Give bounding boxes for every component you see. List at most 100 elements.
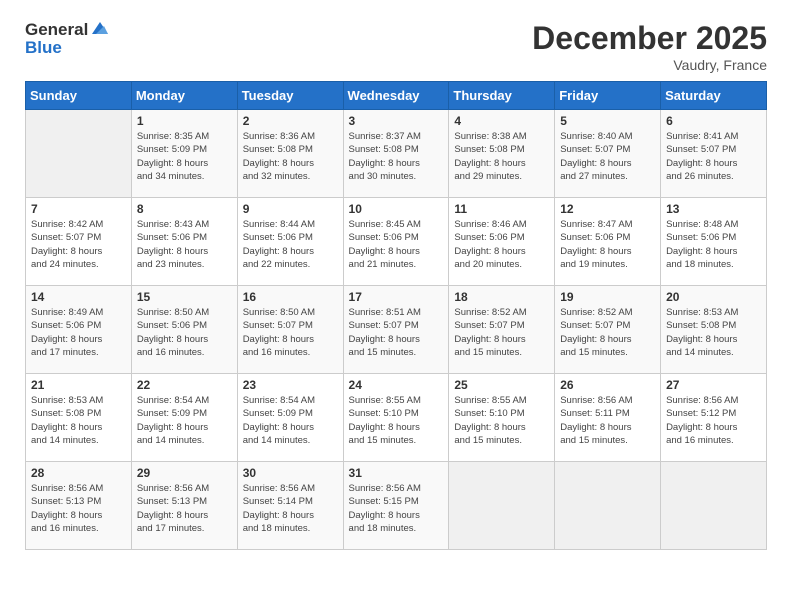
day-number: 26 bbox=[560, 378, 655, 392]
calendar-cell: 31Sunrise: 8:56 AM Sunset: 5:15 PM Dayli… bbox=[343, 462, 449, 550]
day-number: 20 bbox=[666, 290, 761, 304]
day-number: 4 bbox=[454, 114, 549, 128]
day-info: Sunrise: 8:48 AM Sunset: 5:06 PM Dayligh… bbox=[666, 218, 761, 271]
calendar-cell: 21 Sunrise: 8:53 AM Sunset: 5:08 PM Dayli… bbox=[26, 374, 132, 462]
title-block: December 2025 Vaudry, France bbox=[532, 20, 767, 73]
day-number: 30 bbox=[243, 466, 338, 480]
calendar-cell: 16 Sunrise: 8:50 AM Sunset: 5:07 PM Dayli… bbox=[237, 286, 343, 374]
day-number: 1 bbox=[137, 114, 232, 128]
calendar-cell: 6 Sunrise: 8:41 AM Sunset: 5:07 PM Daylig… bbox=[661, 110, 767, 198]
calendar-cell bbox=[555, 462, 661, 550]
calendar-table: Sunday Monday Tuesday Wednesday Thursday… bbox=[25, 81, 767, 550]
header: General Blue December 2025 Vaudry, Franc… bbox=[25, 20, 767, 73]
day-info: Sunrise: 8:56 AM Sunset: 5:14 PM Dayligh… bbox=[243, 482, 338, 535]
day-info: Sunrise: 8:52 AM Sunset: 5:07 PM Dayligh… bbox=[454, 306, 549, 359]
day-info: Sunrise: 8:53 AM Sunset: 5:08 PM Dayligh… bbox=[31, 394, 126, 447]
col-thursday: Thursday bbox=[449, 82, 555, 110]
calendar-cell: 7 Sunrise: 8:42 AM Sunset: 5:07 PM Daylig… bbox=[26, 198, 132, 286]
day-info: Sunrise: 8:52 AM Sunset: 5:07 PM Dayligh… bbox=[560, 306, 655, 359]
calendar-cell bbox=[449, 462, 555, 550]
day-number: 21 bbox=[31, 378, 126, 392]
calendar-cell: 19 Sunrise: 8:52 AM Sunset: 5:07 PM Dayli… bbox=[555, 286, 661, 374]
day-number: 29 bbox=[137, 466, 232, 480]
day-number: 13 bbox=[666, 202, 761, 216]
calendar-cell: 25 Sunrise: 8:55 AM Sunset: 5:10 PM Dayli… bbox=[449, 374, 555, 462]
day-info: Sunrise: 8:51 AM Sunset: 5:07 PM Dayligh… bbox=[349, 306, 444, 359]
logo-icon bbox=[90, 20, 110, 36]
day-number: 16 bbox=[243, 290, 338, 304]
day-number: 27 bbox=[666, 378, 761, 392]
calendar-cell: 24 Sunrise: 8:55 AM Sunset: 5:10 PM Dayli… bbox=[343, 374, 449, 462]
day-info: Sunrise: 8:56 AM Sunset: 5:13 PM Dayligh… bbox=[31, 482, 126, 535]
calendar-cell bbox=[26, 110, 132, 198]
header-row: Sunday Monday Tuesday Wednesday Thursday… bbox=[26, 82, 767, 110]
calendar-week-3: 14 Sunrise: 8:49 AM Sunset: 5:06 PM Dayli… bbox=[26, 286, 767, 374]
day-info: Sunrise: 8:43 AM Sunset: 5:06 PM Dayligh… bbox=[137, 218, 232, 271]
day-info: Sunrise: 8:56 AM Sunset: 5:15 PM Dayligh… bbox=[349, 482, 444, 535]
day-number: 2 bbox=[243, 114, 338, 128]
calendar-cell: 29Sunrise: 8:56 AM Sunset: 5:13 PM Dayli… bbox=[131, 462, 237, 550]
day-number: 24 bbox=[349, 378, 444, 392]
day-info: Sunrise: 8:56 AM Sunset: 5:12 PM Dayligh… bbox=[666, 394, 761, 447]
day-number: 3 bbox=[349, 114, 444, 128]
day-info: Sunrise: 8:56 AM Sunset: 5:11 PM Dayligh… bbox=[560, 394, 655, 447]
day-info: Sunrise: 8:36 AM Sunset: 5:08 PM Dayligh… bbox=[243, 130, 338, 183]
calendar-week-1: 1Sunrise: 8:35 AM Sunset: 5:09 PM Daylig… bbox=[26, 110, 767, 198]
day-number: 7 bbox=[31, 202, 126, 216]
page: General Blue December 2025 Vaudry, Franc… bbox=[0, 0, 792, 612]
calendar-cell: 15Sunrise: 8:50 AM Sunset: 5:06 PM Dayli… bbox=[131, 286, 237, 374]
col-saturday: Saturday bbox=[661, 82, 767, 110]
calendar-cell: 14 Sunrise: 8:49 AM Sunset: 5:06 PM Dayli… bbox=[26, 286, 132, 374]
day-info: Sunrise: 8:55 AM Sunset: 5:10 PM Dayligh… bbox=[454, 394, 549, 447]
calendar-cell: 2 Sunrise: 8:36 AM Sunset: 5:08 PM Daylig… bbox=[237, 110, 343, 198]
day-info: Sunrise: 8:55 AM Sunset: 5:10 PM Dayligh… bbox=[349, 394, 444, 447]
day-number: 9 bbox=[243, 202, 338, 216]
calendar-cell: 5 Sunrise: 8:40 AM Sunset: 5:07 PM Daylig… bbox=[555, 110, 661, 198]
calendar-cell: 8Sunrise: 8:43 AM Sunset: 5:06 PM Daylig… bbox=[131, 198, 237, 286]
day-info: Sunrise: 8:41 AM Sunset: 5:07 PM Dayligh… bbox=[666, 130, 761, 183]
day-number: 12 bbox=[560, 202, 655, 216]
day-info: Sunrise: 8:42 AM Sunset: 5:07 PM Dayligh… bbox=[31, 218, 126, 271]
day-number: 5 bbox=[560, 114, 655, 128]
day-number: 25 bbox=[454, 378, 549, 392]
day-info: Sunrise: 8:45 AM Sunset: 5:06 PM Dayligh… bbox=[349, 218, 444, 271]
day-info: Sunrise: 8:54 AM Sunset: 5:09 PM Dayligh… bbox=[243, 394, 338, 447]
calendar-cell: 9 Sunrise: 8:44 AM Sunset: 5:06 PM Daylig… bbox=[237, 198, 343, 286]
calendar-cell: 20 Sunrise: 8:53 AM Sunset: 5:08 PM Dayli… bbox=[661, 286, 767, 374]
calendar-cell: 18 Sunrise: 8:52 AM Sunset: 5:07 PM Dayli… bbox=[449, 286, 555, 374]
day-number: 11 bbox=[454, 202, 549, 216]
day-info: Sunrise: 8:53 AM Sunset: 5:08 PM Dayligh… bbox=[666, 306, 761, 359]
day-number: 10 bbox=[349, 202, 444, 216]
day-number: 6 bbox=[666, 114, 761, 128]
day-number: 14 bbox=[31, 290, 126, 304]
day-info: Sunrise: 8:40 AM Sunset: 5:07 PM Dayligh… bbox=[560, 130, 655, 183]
col-sunday: Sunday bbox=[26, 82, 132, 110]
calendar-week-2: 7 Sunrise: 8:42 AM Sunset: 5:07 PM Daylig… bbox=[26, 198, 767, 286]
day-info: Sunrise: 8:44 AM Sunset: 5:06 PM Dayligh… bbox=[243, 218, 338, 271]
col-friday: Friday bbox=[555, 82, 661, 110]
calendar-cell: 11Sunrise: 8:46 AM Sunset: 5:06 PM Dayli… bbox=[449, 198, 555, 286]
calendar-cell: 28 Sunrise: 8:56 AM Sunset: 5:13 PM Dayli… bbox=[26, 462, 132, 550]
calendar-cell: 4Sunrise: 8:38 AM Sunset: 5:08 PM Daylig… bbox=[449, 110, 555, 198]
day-info: Sunrise: 8:54 AM Sunset: 5:09 PM Dayligh… bbox=[137, 394, 232, 447]
day-number: 23 bbox=[243, 378, 338, 392]
calendar-cell: 1Sunrise: 8:35 AM Sunset: 5:09 PM Daylig… bbox=[131, 110, 237, 198]
day-info: Sunrise: 8:47 AM Sunset: 5:06 PM Dayligh… bbox=[560, 218, 655, 271]
calendar-header: Sunday Monday Tuesday Wednesday Thursday… bbox=[26, 82, 767, 110]
day-info: Sunrise: 8:49 AM Sunset: 5:06 PM Dayligh… bbox=[31, 306, 126, 359]
day-number: 18 bbox=[454, 290, 549, 304]
col-tuesday: Tuesday bbox=[237, 82, 343, 110]
calendar-cell: 23 Sunrise: 8:54 AM Sunset: 5:09 PM Dayli… bbox=[237, 374, 343, 462]
col-wednesday: Wednesday bbox=[343, 82, 449, 110]
logo-blue: Blue bbox=[25, 38, 110, 58]
day-info: Sunrise: 8:50 AM Sunset: 5:07 PM Dayligh… bbox=[243, 306, 338, 359]
day-number: 19 bbox=[560, 290, 655, 304]
calendar-cell: 26 Sunrise: 8:56 AM Sunset: 5:11 PM Dayli… bbox=[555, 374, 661, 462]
location: Vaudry, France bbox=[532, 57, 767, 73]
calendar-cell: 30 Sunrise: 8:56 AM Sunset: 5:14 PM Dayli… bbox=[237, 462, 343, 550]
calendar-cell: 12 Sunrise: 8:47 AM Sunset: 5:06 PM Dayli… bbox=[555, 198, 661, 286]
day-number: 15 bbox=[137, 290, 232, 304]
day-number: 28 bbox=[31, 466, 126, 480]
month-year: December 2025 bbox=[532, 20, 767, 57]
day-info: Sunrise: 8:37 AM Sunset: 5:08 PM Dayligh… bbox=[349, 130, 444, 183]
